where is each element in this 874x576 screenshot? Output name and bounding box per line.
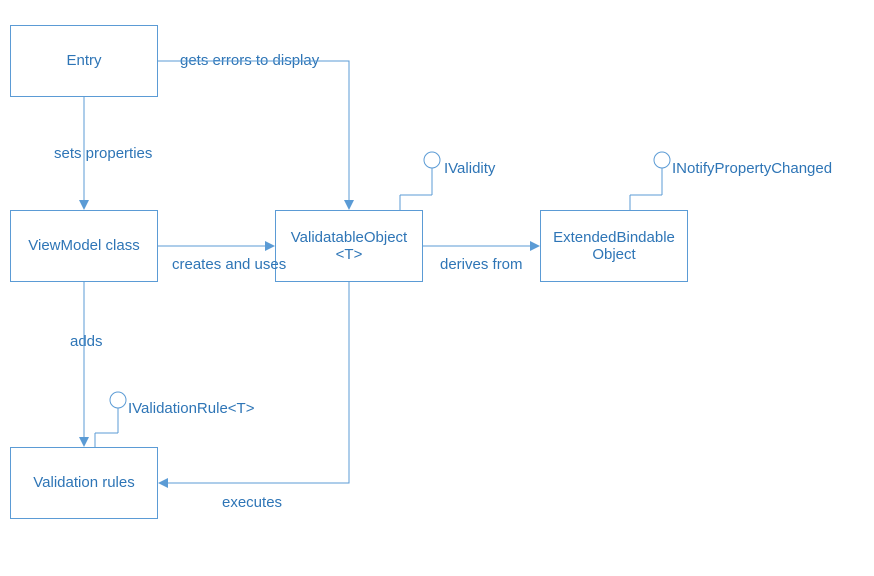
- derives-from-label: derives from: [440, 256, 523, 273]
- ivalidationrule-label: IValidationRule<T>: [128, 400, 254, 417]
- rules-label: Validation rules: [33, 474, 134, 491]
- inotify-label: INotifyPropertyChanged: [672, 160, 832, 177]
- validatable-label: ValidatableObject <T>: [280, 229, 418, 264]
- gets-errors-label: gets errors to display: [180, 52, 319, 69]
- adds-label: adds: [70, 333, 103, 350]
- sets-properties-label: sets properties: [54, 145, 152, 162]
- viewmodel-label: ViewModel class: [28, 237, 139, 254]
- extended-label: ExtendedBindable Object: [545, 229, 683, 264]
- ivalidity-label: IValidity: [444, 160, 495, 177]
- executes-label: executes: [222, 494, 282, 511]
- entry-box: Entry: [10, 25, 158, 97]
- entry-label: Entry: [66, 52, 101, 69]
- rules-box: Validation rules: [10, 447, 158, 519]
- creates-uses-label: creates and uses: [172, 256, 286, 273]
- validatable-box: ValidatableObject <T>: [275, 210, 423, 282]
- extended-box: ExtendedBindable Object: [540, 210, 688, 282]
- viewmodel-box: ViewModel class: [10, 210, 158, 282]
